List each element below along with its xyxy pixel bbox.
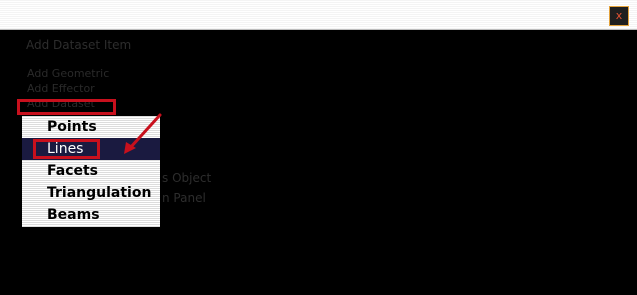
add-dataset-highlight-box: [17, 99, 116, 115]
dataset-type-dropdown: Points Lines Facets Triangulation Beams: [22, 116, 160, 227]
background-heading: Add Dataset Item: [26, 38, 132, 52]
dropdown-item-points[interactable]: Points: [22, 116, 160, 138]
background-text-object: s Object: [162, 171, 212, 185]
lines-highlight-box: [33, 139, 100, 159]
window-titlebar: x: [0, 0, 637, 30]
menu-item-add-geometric[interactable]: Add Geometric: [27, 66, 109, 81]
close-button[interactable]: x: [609, 6, 629, 26]
menu-item-add-effector[interactable]: Add Effector: [27, 81, 109, 96]
dropdown-item-facets[interactable]: Facets: [22, 160, 160, 182]
background-text-panel: n Panel: [162, 191, 206, 205]
dropdown-item-beams[interactable]: Beams: [22, 204, 160, 226]
dropdown-item-triangulation[interactable]: Triangulation: [22, 182, 160, 204]
